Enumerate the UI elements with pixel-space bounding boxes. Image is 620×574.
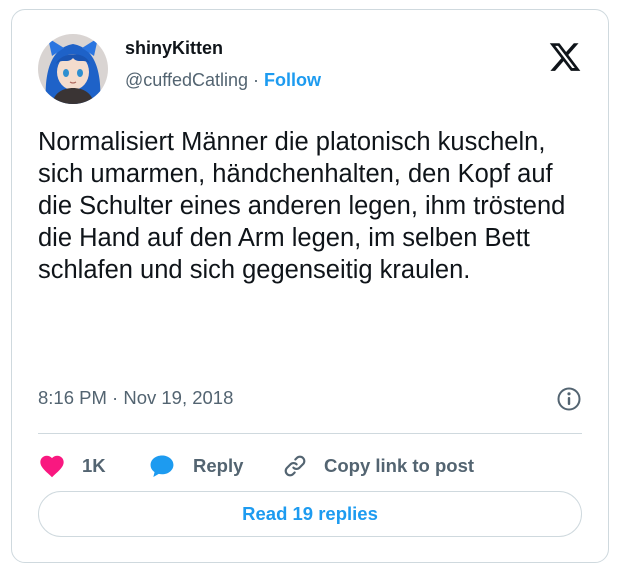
info-icon[interactable]: [556, 386, 582, 412]
display-name[interactable]: shinyKitten: [125, 38, 223, 59]
user-handle[interactable]: @cuffedCatling: [125, 70, 248, 90]
handle-separator: ·: [248, 70, 265, 90]
heart-icon: [38, 452, 66, 480]
tweet-timestamp[interactable]: 8:16 PM · Nov 19, 2018: [38, 387, 233, 409]
tweet-card: shinyKitten @cuffedCatling · Follow Norm…: [11, 9, 609, 563]
tweet-text: Normalisiert Männer die platonisch kusch…: [38, 128, 566, 284]
avatar-image: [38, 34, 108, 104]
like-button[interactable]: 1K: [38, 448, 106, 484]
avatar[interactable]: [38, 34, 108, 104]
like-count: 1K: [82, 455, 106, 476]
copy-link-label: Copy link to post: [324, 455, 475, 476]
follow-button[interactable]: Follow: [264, 70, 321, 90]
reply-label: Reply: [193, 455, 244, 476]
link-icon: [282, 453, 308, 479]
divider: [38, 433, 582, 434]
read-replies-button[interactable]: Read 19 replies: [38, 491, 582, 537]
reply-button[interactable]: Reply: [148, 448, 243, 484]
x-logo-icon[interactable]: [548, 40, 582, 74]
handle-row: @cuffedCatling · Follow: [125, 70, 321, 91]
speech-bubble-icon: [148, 452, 176, 480]
copy-link-button[interactable]: Copy link to post: [282, 448, 474, 484]
